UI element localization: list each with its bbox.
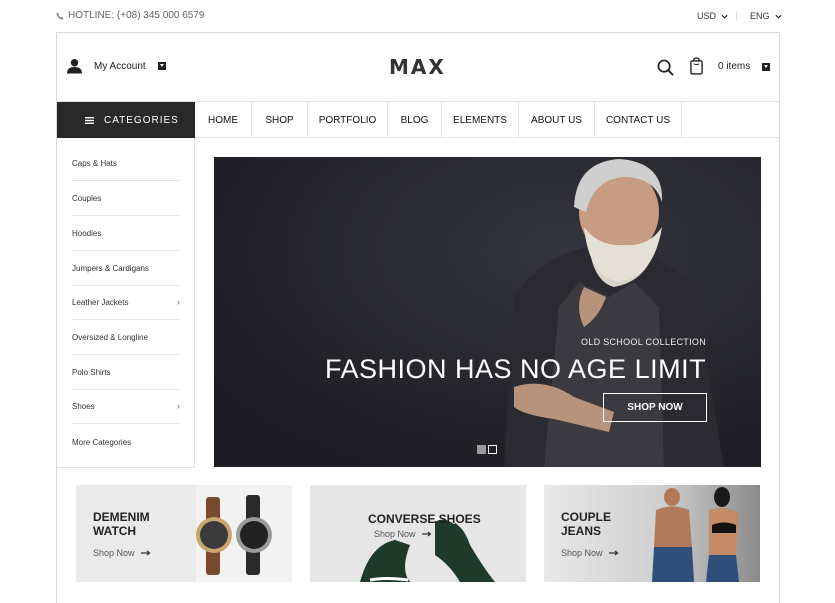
sidebar-item-shoes[interactable]: Shoes ›	[72, 389, 180, 424]
promo-title-line: DEMENIM	[93, 510, 150, 524]
sidebar-item-label: Shoes	[72, 401, 95, 411]
hero-kicker: OLD SCHOOL COLLECTION	[581, 337, 706, 347]
promo-title: COUPLE JEANS	[561, 510, 611, 538]
sidebar-item-hoodies[interactable]: Hoodies	[72, 216, 180, 251]
main-nav: CATEGORIES HOME SHOP PORTFOLIO BLOG ELEM…	[57, 101, 779, 138]
page-frame: My Account MAX 0 items CATEGORIES HOME S…	[56, 32, 780, 603]
language-select[interactable]: ENG	[750, 11, 782, 21]
arrow-right-icon	[421, 531, 431, 537]
top-bar: HOTLINE: (+08) 345 000 6579 USD ENG	[0, 0, 835, 32]
slider-dot[interactable]	[488, 445, 497, 454]
cart-summary[interactable]: 0 items	[718, 61, 771, 72]
menu-icon	[85, 116, 94, 124]
arrow-right-icon	[608, 550, 618, 556]
nav-item-shop[interactable]: SHOP	[252, 102, 308, 138]
sidebar-item-label: Jumpers & Cardigans	[72, 263, 149, 273]
divider	[736, 11, 737, 21]
nav-item-about-us[interactable]: ABOUT US	[519, 102, 595, 138]
promo-link-label: Shop Now	[93, 548, 135, 558]
categories-button[interactable]: CATEGORIES	[57, 102, 195, 138]
sidebar-item-label: Leather Jackets	[72, 297, 129, 307]
promo-title-line: WATCH	[93, 524, 137, 538]
category-sidebar: Caps & Hats Couples Hoodies Jumpers & Ca…	[57, 138, 195, 468]
sidebar-item-label: Polo Shirts	[72, 367, 111, 377]
logo[interactable]: MAX	[389, 55, 446, 79]
sidebar-item-polo-shirts[interactable]: Polo Shirts	[72, 355, 180, 390]
nav-item-contact-us[interactable]: CONTACT US	[595, 102, 682, 138]
chevron-down-icon	[774, 14, 782, 19]
sidebar-item-label: Oversized & Longline	[72, 332, 149, 342]
dropdown-icon	[762, 62, 771, 71]
chevron-right-icon: ›	[177, 401, 180, 411]
promo-title: DEMENIM WATCH	[93, 510, 150, 538]
sidebar-item-label: Couples	[72, 193, 102, 203]
arrow-right-icon	[140, 550, 150, 556]
sidebar-item-label: Caps & Hats	[72, 158, 117, 168]
nav-item-blog[interactable]: BLOG	[388, 102, 442, 138]
currency-select[interactable]: USD	[697, 11, 728, 21]
promo-shop-now-link[interactable]: Shop Now	[561, 548, 619, 558]
language-value: ENG	[750, 11, 770, 21]
categories-label: CATEGORIES	[104, 114, 179, 126]
sidebar-item-leather-jackets[interactable]: Leather Jackets ›	[72, 285, 180, 320]
dropdown-icon	[157, 62, 166, 70]
menu-bar: HOME SHOP PORTFOLIO BLOG ELEMENTS ABOUT …	[195, 102, 682, 138]
hero-slider[interactable]: OLD SCHOOL COLLECTION FASHION HAS NO AGE…	[214, 157, 761, 467]
slider-dot-active[interactable]	[477, 445, 486, 454]
promo-title-line: CONVERSE SHOES	[368, 512, 481, 526]
sidebar-item-caps-hats[interactable]: Caps & Hats	[72, 146, 180, 181]
sidebar-item-jumpers-cardigans[interactable]: Jumpers & Cardigans	[72, 251, 180, 286]
nav-item-elements[interactable]: ELEMENTS	[442, 102, 519, 138]
promo-title-line: COUPLE	[561, 510, 612, 524]
nav-item-home[interactable]: HOME	[195, 102, 252, 138]
promo-banner-converse[interactable]: CONVERSE SHOES Shop Now	[310, 485, 526, 582]
promo-title: CONVERSE SHOES	[368, 512, 481, 526]
promo-title-line: JEANS	[561, 524, 602, 538]
phone-icon	[56, 11, 64, 20]
header: My Account MAX 0 items	[57, 33, 779, 101]
cart-count: 0 items	[718, 61, 751, 72]
promo-link-label: Shop Now	[561, 548, 603, 558]
promo-banner-jeans[interactable]: COUPLE JEANS Shop Now	[544, 485, 760, 582]
nav-item-portfolio[interactable]: PORTFOLIO	[308, 102, 388, 138]
chevron-right-icon: ›	[177, 297, 180, 307]
account-menu[interactable]: My Account	[67, 58, 166, 74]
user-icon	[67, 58, 82, 74]
sidebar-item-label: More Categories	[72, 438, 132, 447]
sidebar-item-oversized-longline[interactable]: Oversized & Longline	[72, 320, 180, 355]
account-label: My Account	[94, 60, 146, 72]
sidebar-item-label: Hoodies	[72, 228, 102, 238]
hero-headline: FASHION HAS NO AGE LIMIT	[325, 354, 707, 384]
sidebar-item-couples[interactable]: Couples	[72, 181, 180, 216]
shopping-bag-icon[interactable]	[690, 57, 703, 75]
promo-banner-watch[interactable]: DEMENIM WATCH Shop Now	[76, 485, 292, 582]
sidebar-item-more-categories[interactable]: More Categories	[72, 425, 180, 460]
chevron-down-icon	[721, 14, 728, 19]
promo-shop-now-link[interactable]: Shop Now	[374, 529, 432, 539]
promo-link-label: Shop Now	[374, 529, 416, 539]
promo-shop-now-link[interactable]: Shop Now	[93, 548, 151, 558]
search-icon[interactable]	[657, 59, 674, 76]
hotline-text: HOTLINE: (+08) 345 000 6579	[68, 10, 205, 21]
hero-shop-now-button[interactable]: SHOP NOW	[603, 393, 707, 422]
hotline: HOTLINE: (+08) 345 000 6579	[56, 10, 204, 21]
currency-value: USD	[697, 11, 717, 21]
